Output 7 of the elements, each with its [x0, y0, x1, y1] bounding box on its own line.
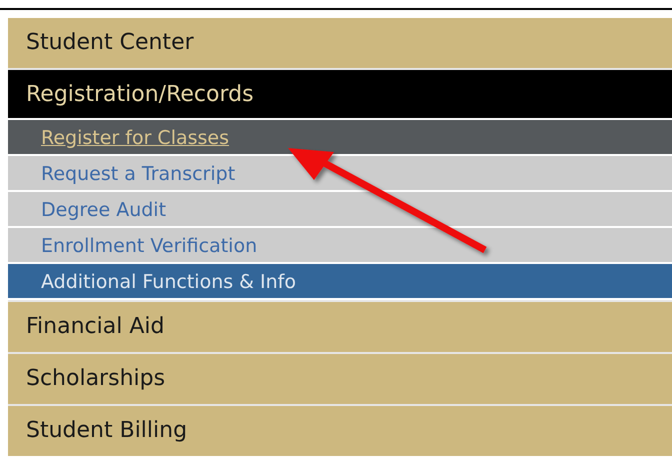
- menu-section[interactable]: Scholarships: [8, 354, 672, 404]
- menu-section[interactable]: Financial Aid: [8, 302, 672, 352]
- menu-section[interactable]: Registration/Records: [8, 70, 672, 120]
- menu-link[interactable]: Additional Functions & Info: [8, 264, 672, 300]
- menu-section[interactable]: Student Center: [8, 18, 672, 68]
- menu-link[interactable]: Register for Classes: [8, 120, 672, 156]
- menu-section[interactable]: Student Billing: [8, 406, 672, 456]
